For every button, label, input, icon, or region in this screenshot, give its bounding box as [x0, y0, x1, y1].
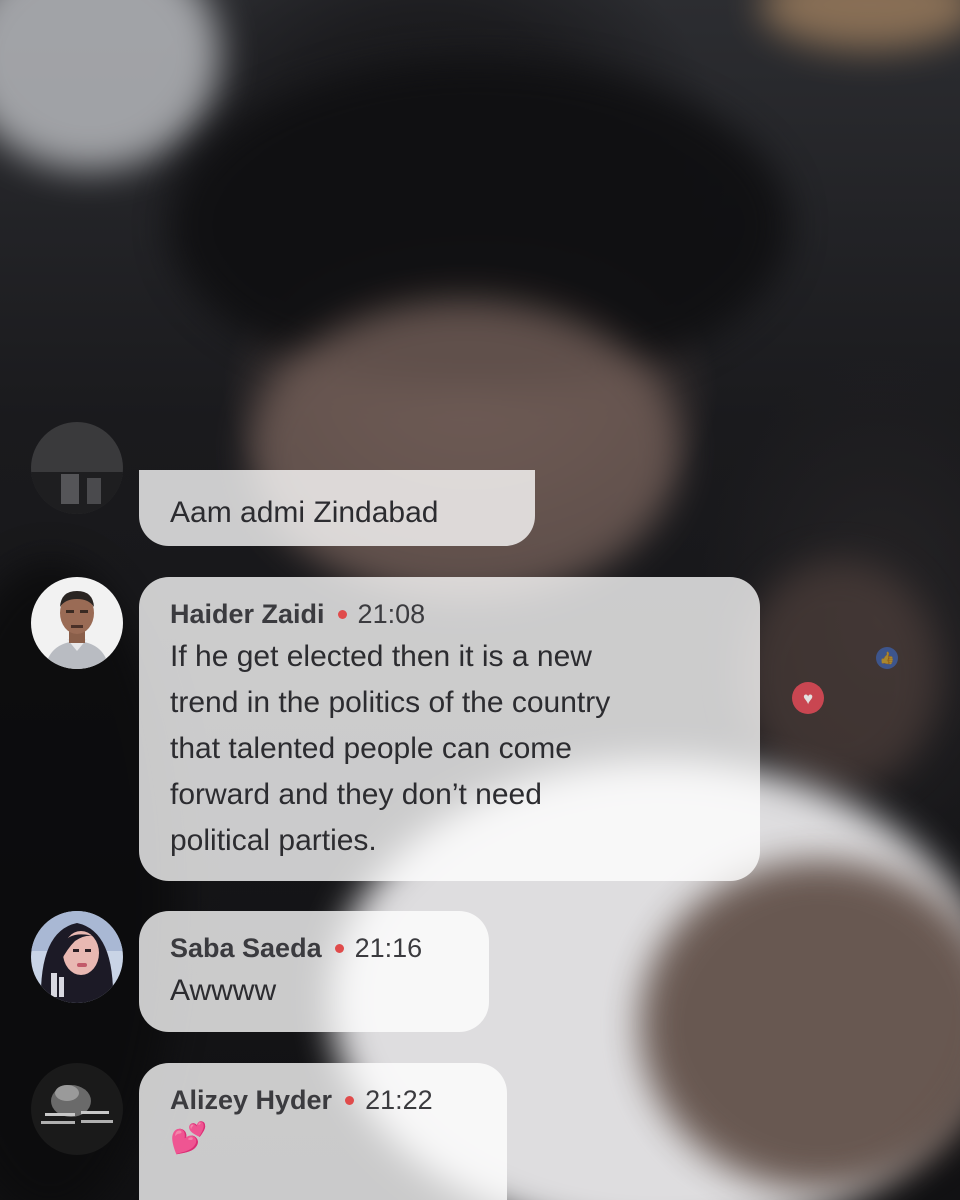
comment-time: 21:16	[354, 932, 423, 963]
separator-dot-icon	[345, 1095, 355, 1105]
comment-time: 21:22	[365, 1084, 433, 1115]
comment-time: 21:08	[357, 598, 426, 629]
separator-dot-icon	[337, 609, 347, 619]
live-comments-list[interactable]: Aam admi Zindabad Haider Zaidi 21:08 If …	[0, 0, 960, 1200]
comment-meta: Alizey Hyder 21:22	[170, 1083, 475, 1117]
comment-bubble[interactable]: Saba Saeda 21:16 Awwww	[139, 911, 489, 1032]
comment-bubble[interactable]: Haider Zaidi 21:08 If he get elected the…	[139, 577, 760, 881]
live-video-screen: 👍 ♥ Aam admi Zindabad Haider Zaidi 21:08…	[0, 0, 960, 1200]
two-hearts-icon: 💕	[170, 1122, 207, 1155]
user-avatar-dark-icon[interactable]	[31, 422, 123, 514]
separator-dot-icon	[334, 943, 344, 953]
comment-text: If he get elected then it is a new trend…	[170, 640, 611, 857]
comment-author[interactable]: Saba Saeda	[170, 933, 322, 964]
comment-bubble[interactable]: Alizey Hyder 21:22 💕	[139, 1063, 507, 1200]
comment-author[interactable]: Alizey Hyder	[170, 1085, 332, 1116]
user-avatar-woman-icon[interactable]	[31, 911, 123, 1003]
comment-text: Aam admi Zindabad	[170, 496, 439, 529]
comment-meta: Haider Zaidi 21:08	[170, 597, 728, 631]
user-avatar-man-icon[interactable]	[31, 577, 123, 669]
user-avatar-bw-icon[interactable]	[31, 1063, 123, 1155]
comment-text: Awwww	[170, 974, 277, 1007]
comment-bubble[interactable]: Aam admi Zindabad	[139, 470, 535, 546]
comment-author[interactable]: Haider Zaidi	[170, 599, 325, 630]
comment-meta: Saba Saeda 21:16	[170, 931, 457, 965]
